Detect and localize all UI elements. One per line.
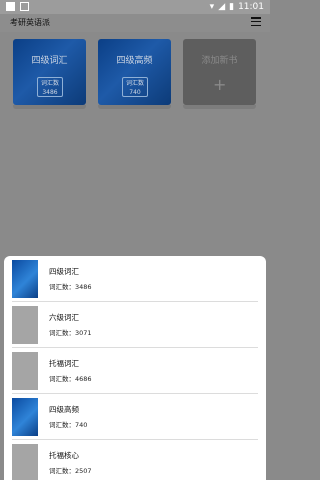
add-book-tile[interactable]: 添加新书 +	[183, 39, 256, 105]
book-cover	[12, 352, 38, 390]
book-picker-sheet: 四级词汇 词汇数：3486 六级词汇 词汇数：3071 托福词汇 词汇数：468…	[4, 256, 266, 480]
book-list-item[interactable]: 六级词汇 词汇数：3071	[4, 302, 266, 348]
book-tile-cet4-high[interactable]: 四级高频 词汇数 740	[98, 39, 171, 105]
status-bar: ▾ ◢ ▮ 11:01	[0, 0, 270, 14]
book-word-count: 词汇数：3486	[49, 283, 92, 291]
tile-count: 3486	[42, 89, 58, 96]
book-cover	[12, 260, 38, 298]
book-word-count: 词汇数：2507	[49, 467, 92, 475]
tile-count-box: 词汇数 740	[122, 77, 148, 97]
book-cover	[12, 306, 38, 344]
book-cover	[12, 444, 38, 480]
book-title: 六级词汇	[49, 313, 79, 322]
signal-icon: ◢	[218, 2, 226, 12]
book-cover	[12, 398, 38, 436]
book-title: 托福词汇	[49, 359, 79, 368]
menu-icon[interactable]	[251, 17, 261, 27]
book-word-count: 词汇数：3071	[49, 329, 92, 337]
book-tile-cet4[interactable]: 四级词汇 词汇数 3486	[13, 39, 86, 105]
plus-icon: +	[213, 75, 227, 94]
wifi-icon: ▾	[209, 2, 215, 12]
tile-count-label: 词汇数	[125, 80, 144, 87]
book-list-item[interactable]: 托福词汇 词汇数：4686	[4, 348, 266, 394]
notification-icon	[6, 2, 15, 11]
book-title: 四级词汇	[49, 267, 79, 276]
book-word-count: 词汇数：4686	[49, 375, 92, 383]
book-list-item[interactable]: 四级词汇 词汇数：3486	[4, 256, 266, 302]
tile-name: 四级高频	[116, 56, 153, 66]
tile-count-box: 词汇数 3486	[37, 77, 63, 97]
book-word-count: 词汇数：740	[49, 421, 88, 429]
tile-shadow	[13, 105, 86, 109]
book-title: 四级高频	[49, 405, 79, 414]
notification-icon-2	[20, 2, 29, 11]
app-header: 考研英语派	[0, 14, 270, 32]
battery-icon: ▮	[229, 2, 235, 12]
book-list-item[interactable]: 四级高频 词汇数：740	[4, 394, 266, 440]
add-book-label: 添加新书	[201, 56, 238, 66]
tile-name: 四级词汇	[31, 56, 68, 66]
tile-shadow	[98, 105, 171, 109]
tile-count: 740	[129, 89, 141, 96]
book-list-item[interactable]: 托福核心 词汇数：2507	[4, 440, 266, 480]
tile-shadow	[183, 105, 256, 109]
status-time: 11:01	[238, 2, 264, 12]
app-title: 考研英语派	[10, 18, 50, 27]
book-title: 托福核心	[49, 451, 79, 460]
tile-count-label: 词汇数	[40, 80, 59, 87]
